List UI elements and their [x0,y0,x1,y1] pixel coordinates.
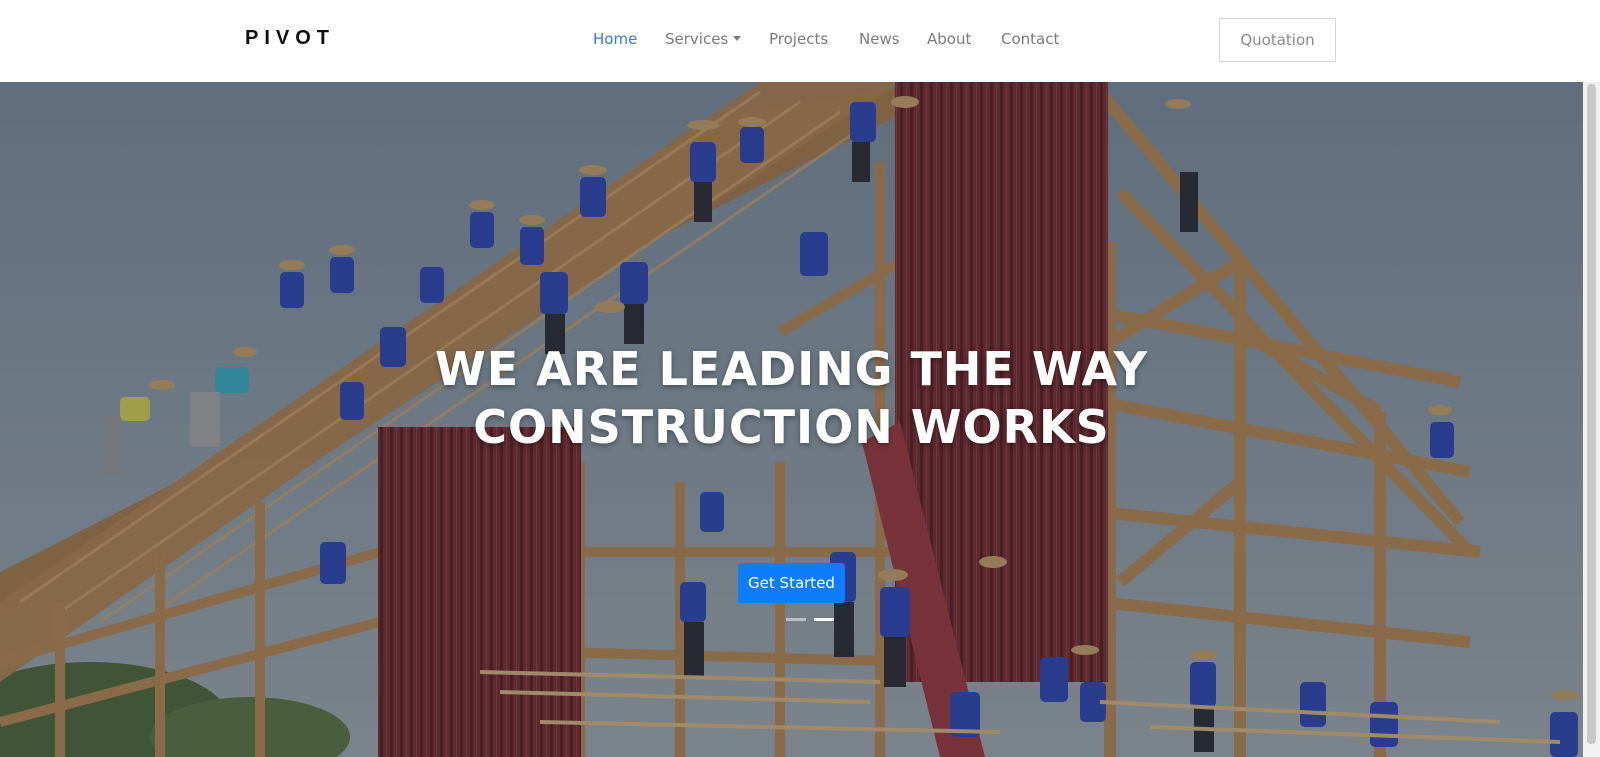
brand-logo[interactable]: PIVOT [245,27,335,50]
get-started-button[interactable]: Get Started [738,563,845,603]
navbar: PIVOT Home Services Projects News About … [0,0,1600,82]
caret-down-icon [733,36,742,41]
nav-link-contact[interactable]: Contact [1001,30,1059,48]
hero-carousel: WE ARE LEADING THE WAY CONSTRUCTION WORK… [0,82,1583,757]
carousel-indicator-2[interactable] [814,618,834,621]
hero-title-line-2: CONSTRUCTION WORKS [473,400,1110,454]
hero-title: WE ARE LEADING THE WAY CONSTRUCTION WORK… [0,340,1583,456]
nav-link-services-label: Services [665,30,729,48]
nav-link-home[interactable]: Home [593,30,637,48]
nav-link-services[interactable]: Services [665,30,742,48]
quotation-button[interactable]: Quotation [1219,18,1336,62]
page-scrollbar[interactable] [1583,82,1600,757]
nav-link-about[interactable]: About [927,30,971,48]
carousel-indicator-1[interactable] [786,618,806,621]
hero-title-line-1: WE ARE LEADING THE WAY [434,342,1149,396]
scrollbar-thumb[interactable] [1587,84,1596,744]
nav-link-projects[interactable]: Projects [769,30,828,48]
nav-link-news[interactable]: News [859,30,900,48]
